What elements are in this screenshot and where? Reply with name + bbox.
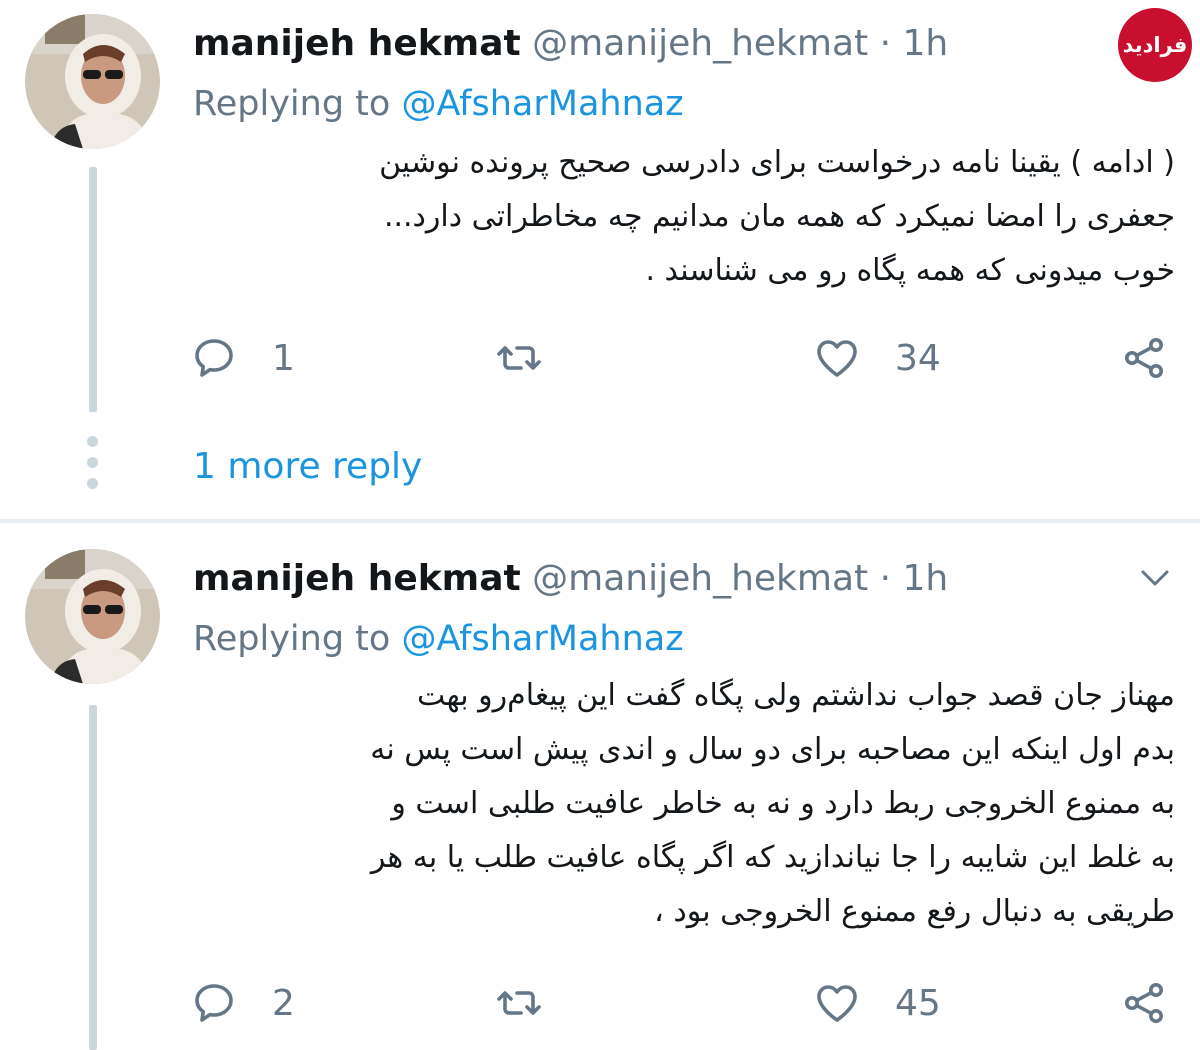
tweet[interactable]: manijeh hekmat @manijeh_hekmat · 1h Repl… [0, 0, 1200, 520]
tweet-header: manijeh hekmat @manijeh_hekmat · 1h [193, 557, 948, 601]
retweet-button[interactable] [495, 973, 577, 1033]
replying-mention-link[interactable]: @AfsharMahnaz [401, 619, 683, 659]
reply-count: 1 [272, 337, 295, 379]
share-icon [1125, 338, 1163, 378]
replying-mention-link[interactable]: @AfsharMahnaz [401, 84, 683, 124]
reply-icon [195, 339, 233, 377]
thread-line [89, 167, 97, 412]
retweet-icon [497, 991, 541, 1015]
author-handle[interactable]: @manijeh_hekmat [532, 23, 868, 64]
tweet-actions: 2 45 [190, 973, 1175, 1033]
author-name[interactable]: manijeh hekmat [193, 23, 521, 64]
more-replies-link[interactable]: 1 more reply [193, 440, 422, 494]
tweet-actions: 1 34 [190, 328, 1175, 388]
tweet-text: ( ادامه ) یقینا نامه درخواست برای دادرسی… [185, 136, 1175, 298]
heart-icon [817, 985, 857, 1022]
like-button[interactable]: 34 [813, 328, 941, 388]
replying-to: Replying to @AfsharMahnaz [193, 82, 684, 126]
avatar[interactable] [25, 549, 160, 684]
reply-count: 2 [272, 982, 295, 1024]
tweet-header: manijeh hekmat @manijeh_hekmat · 1h [193, 22, 948, 66]
reply-icon [195, 984, 233, 1022]
tweet-text-line: ( ادامه ) یقینا نامه درخواست برای دادرسی… [379, 145, 1175, 180]
tweet-text-line: مهناز جان قصد جواب نداشتم ولی پگاه گفت ا… [416, 678, 1175, 713]
tweet-time[interactable]: 1h [903, 558, 949, 599]
tweet-text-line: به ممنوع الخروجی ربط دارد و نه به خاطر ع… [391, 786, 1175, 821]
retweet-button[interactable] [495, 328, 577, 388]
reply-button[interactable]: 2 [190, 973, 295, 1033]
author-handle[interactable]: @manijeh_hekmat [532, 558, 868, 599]
tweet-text-line: جعفری را امضا نمیکرد که همه مان مدانیم چ… [383, 199, 1175, 234]
separator-dot: · [879, 23, 892, 64]
share-button[interactable] [1120, 973, 1168, 1033]
retweet-icon [497, 346, 541, 370]
avatar[interactable] [25, 14, 160, 149]
author-name[interactable]: manijeh hekmat [193, 558, 521, 599]
reply-button[interactable]: 1 [190, 328, 295, 388]
tweet-text-line: بدم اول اینکه این مصاحبه برای دو سال و ا… [370, 732, 1175, 767]
like-button[interactable]: 45 [813, 973, 941, 1033]
tweet-text-line: طریقی به دنبال رفع ممنوع الخروجی بود ، [654, 894, 1175, 929]
tweet-text: مهناز جان قصد جواب نداشتم ولی پگاه گفت ا… [185, 669, 1175, 939]
replying-to: Replying to @AfsharMahnaz [193, 617, 684, 661]
share-icon [1125, 983, 1163, 1023]
share-button[interactable] [1120, 328, 1168, 388]
tweet-text-line: به غلط این شایبه را جا نیاندازید که اگر … [370, 840, 1175, 875]
thread-continuation-dots [87, 436, 99, 499]
tweet[interactable]: manijeh hekmat @manijeh_hekmat · 1h Repl… [0, 523, 1200, 1050]
replying-prefix: Replying to [193, 619, 391, 659]
like-count: 34 [895, 337, 941, 379]
replying-prefix: Replying to [193, 84, 391, 124]
chevron-down-icon[interactable] [1135, 563, 1175, 593]
tweet-time[interactable]: 1h [903, 23, 949, 64]
separator-dot: · [879, 558, 892, 599]
tweet-text-line: خوب میدونی که همه پگاه رو می شناسند . [645, 253, 1175, 288]
heart-icon [817, 340, 857, 377]
thread-line [89, 705, 97, 1050]
like-count: 45 [895, 982, 941, 1024]
